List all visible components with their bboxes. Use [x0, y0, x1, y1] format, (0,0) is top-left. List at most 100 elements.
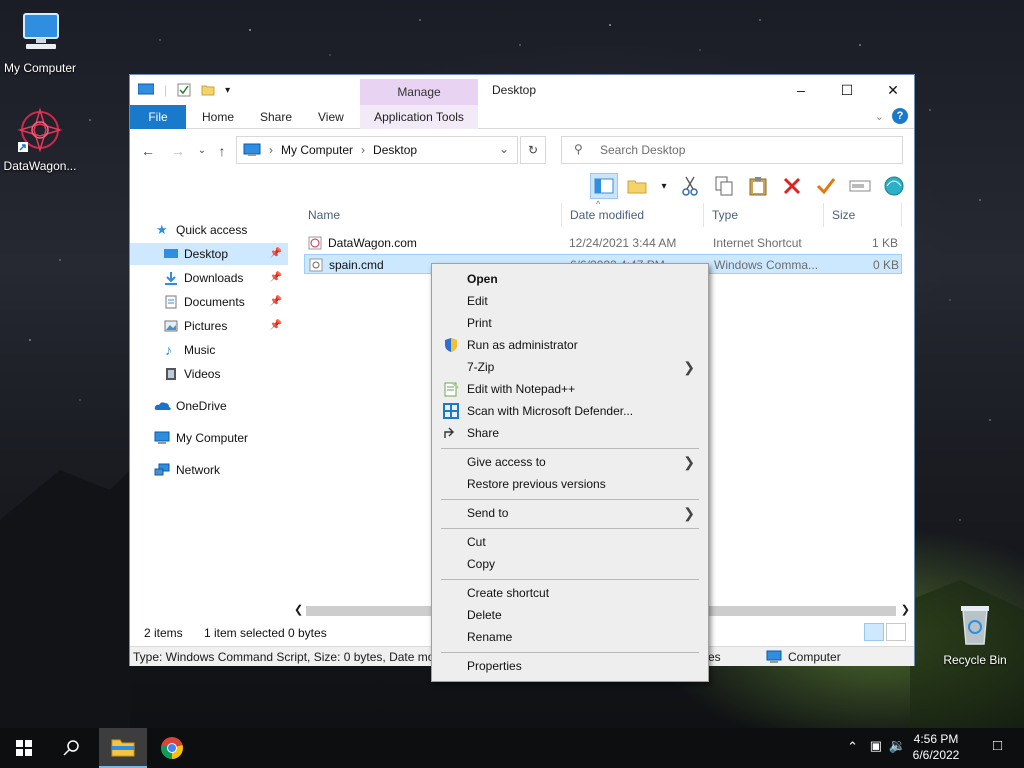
- nav-item-my-computer[interactable]: My Computer: [130, 427, 288, 449]
- notifications-icon[interactable]: □: [993, 737, 1002, 754]
- new-folder-button[interactable]: [624, 173, 652, 199]
- search-icon: ⚲: [574, 142, 583, 156]
- menu-item-delete[interactable]: Delete: [435, 604, 705, 626]
- properties-button[interactable]: [846, 173, 874, 199]
- column-type[interactable]: Type: [704, 203, 824, 227]
- file-row[interactable]: DataWagon.com 12/24/2021 3:44 AM Interne…: [304, 233, 902, 253]
- title-bar: | ▾ Manage Desktop – ☐ ✕: [130, 75, 914, 105]
- menu-item-print[interactable]: Print: [435, 312, 705, 334]
- maximize-button[interactable]: ☐: [824, 75, 870, 105]
- refresh-button[interactable]: ↻: [520, 136, 546, 164]
- menu-item-give-access[interactable]: Give access to ❯: [435, 451, 705, 473]
- new-item-dropdown[interactable]: ▾: [658, 173, 670, 199]
- nav-item-network[interactable]: Network: [130, 459, 288, 481]
- menu-item-run-as-administrator[interactable]: Run as administrator: [435, 334, 705, 356]
- tab-application-tools[interactable]: Application Tools: [360, 105, 478, 129]
- nav-item-onedrive[interactable]: OneDrive: [130, 395, 288, 417]
- notepad-icon: [444, 382, 459, 397]
- menu-item-send-to[interactable]: Send to ❯: [435, 502, 705, 524]
- menu-separator: [441, 579, 699, 580]
- close-button[interactable]: ✕: [870, 75, 916, 105]
- clock[interactable]: 4:56 PM 6/6/2022: [906, 731, 966, 763]
- menu-item-share[interactable]: Share: [435, 422, 705, 444]
- menu-item-label: Create shortcut: [467, 586, 550, 600]
- nav-item-desktop[interactable]: Desktop 📌: [130, 243, 288, 265]
- clipboard-icon: [749, 177, 767, 196]
- tab-home[interactable]: Home: [188, 105, 248, 129]
- nav-item-documents[interactable]: Documents 📌: [130, 291, 288, 313]
- scroll-right-icon[interactable]: ❯: [901, 603, 910, 616]
- column-name[interactable]: Name: [300, 203, 562, 227]
- menu-item-edit-with-notepad[interactable]: Edit with Notepad++: [435, 378, 705, 400]
- nav-item-quick-access[interactable]: ★ Quick access: [130, 219, 288, 241]
- up-button[interactable]: ↑: [212, 141, 232, 161]
- rename-button[interactable]: [812, 173, 840, 199]
- show-hidden-icons-button[interactable]: ⌃: [847, 739, 858, 755]
- menu-item-create-shortcut[interactable]: Create shortcut: [435, 582, 705, 604]
- delete-button[interactable]: [778, 173, 806, 199]
- paste-button[interactable]: [744, 173, 772, 199]
- nav-item-pictures[interactable]: Pictures 📌: [130, 315, 288, 337]
- breadcrumb-separator: ›: [269, 143, 273, 157]
- menu-item-label: Open: [467, 272, 498, 286]
- menu-item-restore-previous-versions[interactable]: Restore previous versions: [435, 473, 705, 495]
- desktop-icon-datawagon[interactable]: DataWagon...: [0, 106, 80, 173]
- breadcrumb-my-computer[interactable]: My Computer: [281, 143, 353, 157]
- menu-item-edit[interactable]: Edit: [435, 290, 705, 312]
- desktop-icon-recycle-bin[interactable]: Recycle Bin: [935, 600, 1015, 667]
- nav-item-downloads[interactable]: Downloads 📌: [130, 267, 288, 289]
- copy-button[interactable]: [710, 173, 738, 199]
- qat-divider: |: [164, 83, 168, 97]
- menu-item-scan-defender[interactable]: Scan with Microsoft Defender...: [435, 400, 705, 422]
- address-dropdown-icon[interactable]: ⌄: [499, 142, 509, 156]
- menu-item-copy[interactable]: Copy: [435, 553, 705, 575]
- forward-button[interactable]: →: [168, 141, 188, 161]
- menu-item-open[interactable]: Open: [435, 268, 705, 290]
- details-view-button[interactable]: [864, 623, 884, 641]
- shell-button[interactable]: [880, 173, 908, 199]
- scroll-left-icon[interactable]: ❮: [294, 603, 303, 616]
- tab-manage[interactable]: Manage: [360, 79, 478, 105]
- taskbar-chrome[interactable]: [148, 728, 196, 768]
- breadcrumb-desktop[interactable]: Desktop: [373, 143, 417, 157]
- menu-item-properties[interactable]: Properties: [435, 655, 705, 677]
- minimize-button[interactable]: –: [778, 75, 824, 105]
- menu-item-7zip[interactable]: 7-Zip ❯: [435, 356, 705, 378]
- desktop-icon-my-computer[interactable]: My Computer: [0, 8, 80, 75]
- cut-button[interactable]: [676, 173, 704, 199]
- column-date-modified[interactable]: Date modified: [562, 203, 704, 227]
- tab-share[interactable]: Share: [246, 105, 306, 129]
- back-button[interactable]: ←: [138, 141, 158, 161]
- expand-ribbon-icon[interactable]: ⌄: [875, 110, 884, 123]
- nav-item-music[interactable]: ♪ Music: [130, 339, 288, 361]
- start-button[interactable]: [0, 728, 48, 768]
- tab-view[interactable]: View: [304, 105, 358, 129]
- network-status-icon[interactable]: ▣: [870, 738, 882, 754]
- menu-item-label: Copy: [467, 557, 496, 571]
- large-icons-view-button[interactable]: [886, 623, 906, 641]
- nav-item-videos[interactable]: Videos: [130, 363, 288, 385]
- qat-dropdown-icon[interactable]: ▾: [225, 85, 230, 96]
- address-bar[interactable]: › My Computer › Desktop ⌄: [236, 136, 518, 164]
- menu-item-cut[interactable]: Cut: [435, 531, 705, 553]
- nav-item-label: Documents: [184, 295, 245, 309]
- details-text: Type: Windows Command Script, Size: 0 by…: [133, 650, 442, 664]
- menu-item-rename[interactable]: Rename: [435, 626, 705, 648]
- preview-pane-button[interactable]: [590, 173, 618, 199]
- shield-icon: [445, 338, 457, 352]
- volume-icon[interactable]: 🔉: [889, 737, 906, 754]
- search-input[interactable]: [600, 141, 890, 159]
- nav-item-label: Network: [176, 463, 221, 477]
- taskbar-file-explorer[interactable]: [99, 728, 147, 768]
- search-button[interactable]: [48, 728, 96, 768]
- properties-icon[interactable]: [177, 83, 191, 97]
- search-box[interactable]: ⚲: [561, 136, 903, 164]
- tab-file[interactable]: File: [130, 105, 186, 129]
- shell-icon: [884, 176, 904, 196]
- new-folder-icon[interactable]: [201, 83, 215, 97]
- help-icon[interactable]: ?: [892, 108, 908, 124]
- column-size[interactable]: Size: [824, 203, 902, 227]
- computer-icon: [23, 13, 59, 49]
- videos-icon: [166, 368, 176, 380]
- recent-locations-dropdown[interactable]: ⌄: [192, 141, 212, 161]
